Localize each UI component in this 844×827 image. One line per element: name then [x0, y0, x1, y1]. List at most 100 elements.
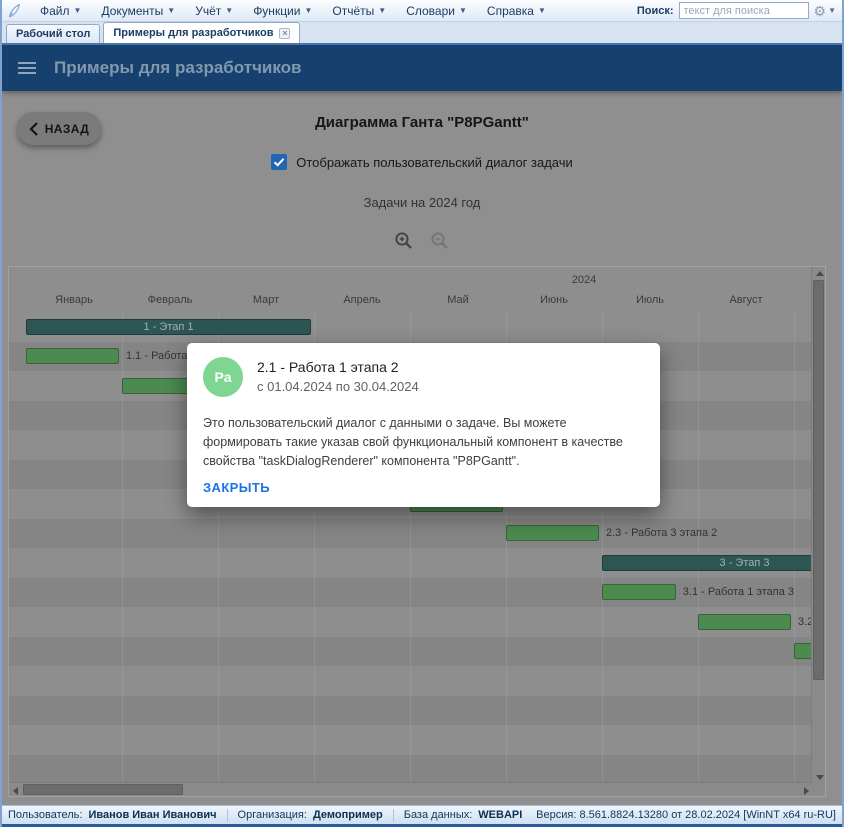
show-dialog-checkbox[interactable]: [271, 154, 287, 170]
status-field-value: Иванов Иван Иванович: [88, 809, 216, 821]
gantt-month-label: Апрель: [343, 294, 380, 306]
window-border-left: [0, 0, 2, 827]
chart-subtitle: Задачи на 2024 год: [0, 195, 844, 210]
gantt-month-label: Август: [729, 294, 762, 306]
menu-item-label: Функции: [253, 4, 300, 18]
page-title: Диаграмма Ганта "P8PGantt": [0, 114, 844, 131]
module-title: Примеры для разработчиков: [54, 58, 302, 78]
chevron-down-icon: ▼: [828, 6, 836, 15]
gantt-bar-label: 2.3 - Работа 3 этапа 2: [606, 525, 717, 541]
menu-item[interactable]: Документы ▼: [91, 0, 185, 21]
tab[interactable]: Рабочий стол: [6, 24, 100, 43]
chevron-left-icon: [29, 122, 38, 136]
version-text: Версия: 8.561.8824.13280 от 28.02.2024 […: [536, 809, 836, 821]
task-dialog-body: Это пользовательский диалог с данными о …: [203, 414, 646, 470]
status-field-label: Пользователь:: [8, 809, 82, 821]
menu-item[interactable]: Учёт ▼: [185, 0, 243, 21]
gantt-bar[interactable]: 1 - Этап 1: [26, 319, 311, 335]
task-avatar: Pa: [203, 357, 243, 397]
tab-close-icon[interactable]: ×: [279, 28, 290, 39]
module-header: Примеры для разработчиков: [2, 45, 842, 91]
tab-label: Рабочий стол: [16, 28, 90, 40]
gantt-month-label: Февраль: [148, 294, 193, 306]
menu-items: Файл▼Документы▼Учёт▼Функции▼Отчёты▼Слова…: [30, 0, 556, 21]
gantt-row: [9, 725, 821, 755]
tab-label: Примеры для разработчиков: [113, 27, 273, 39]
menu-item-label: Файл: [40, 4, 70, 18]
status-field-label: Организация:: [238, 809, 307, 821]
gantt-bar-label: 3.1 - Работа 1 этапа 3: [683, 584, 794, 600]
gantt-gridline: [698, 312, 699, 784]
status-bar: Пользователь: Иванов Иван Иванович Организ…: [0, 805, 844, 827]
menu-item[interactable]: Отчёты ▼: [322, 0, 396, 21]
scroll-up-arrow-icon[interactable]: [816, 271, 824, 276]
task-dialog: Pa 2.1 - Работа 1 этапа 2 с 01.04.2024 п…: [187, 343, 660, 507]
settings-gear-icon[interactable]: ⚙ ▼: [814, 4, 836, 18]
hamburger-menu-icon[interactable]: [18, 62, 36, 74]
menu-item[interactable]: Справка ▼: [477, 0, 556, 21]
menu-item-label: Документы: [101, 4, 163, 18]
gantt-gridline: [794, 312, 795, 784]
checkmark-icon: [271, 154, 287, 170]
chevron-down-icon: ▼: [225, 6, 233, 15]
gantt-bar[interactable]: [698, 614, 791, 630]
scroll-right-arrow-icon[interactable]: [804, 787, 809, 795]
app-window: Файл▼Документы▼Учёт▼Функции▼Отчёты▼Слова…: [0, 0, 844, 827]
tab[interactable]: Примеры для разработчиков ×: [103, 22, 300, 43]
menu-bar: Файл▼Документы▼Учёт▼Функции▼Отчёты▼Слова…: [0, 0, 844, 22]
menu-item[interactable]: Файл ▼: [30, 0, 91, 21]
search-input[interactable]: [679, 2, 809, 19]
gantt-bar[interactable]: 3 - Этап 3: [602, 555, 821, 571]
separator: [393, 809, 394, 822]
status-field-label: База данных:: [404, 809, 473, 821]
gantt-row: [9, 755, 821, 785]
gantt-bar[interactable]: [602, 584, 676, 600]
gantt-month-label: Июль: [636, 294, 664, 306]
menu-item[interactable]: Словари ▼: [396, 0, 477, 21]
vertical-scrollbar-thumb[interactable]: [813, 280, 824, 680]
gantt-month-label: Январь: [55, 294, 93, 306]
tab-strip: Рабочий стол Примеры для разработчиков ×: [0, 22, 844, 45]
task-dialog-dates: с 01.04.2024 по 30.04.2024: [257, 379, 419, 394]
gantt-month-label: Июнь: [540, 294, 568, 306]
task-dialog-header: Pa 2.1 - Работа 1 этапа 2 с 01.04.2024 п…: [203, 357, 644, 397]
back-button-label: НАЗАД: [45, 122, 90, 136]
zoom-in-icon[interactable]: [394, 231, 414, 251]
menu-item-label: Отчёты: [332, 4, 374, 18]
horizontal-scrollbar-thumb[interactable]: [23, 784, 183, 795]
gantt-year-label: 2024: [572, 274, 596, 286]
separator: [227, 809, 228, 822]
chevron-down-icon: ▼: [378, 6, 386, 15]
menu-item-label: Справка: [487, 4, 534, 18]
back-button[interactable]: НАЗАД: [17, 112, 101, 145]
gantt-bar[interactable]: [26, 348, 119, 364]
chevron-down-icon: ▼: [538, 6, 546, 15]
horizontal-scrollbar[interactable]: [9, 782, 813, 796]
menu-item[interactable]: Функции ▼: [243, 0, 322, 21]
chevron-down-icon: ▼: [167, 6, 175, 15]
app-logo-quill-icon: [6, 3, 22, 19]
gantt-row: [9, 696, 821, 726]
status-field-value: WEBAPI: [478, 809, 522, 821]
gantt-bar[interactable]: [506, 525, 599, 541]
menu-item-label: Словари: [406, 4, 455, 18]
chevron-down-icon: ▼: [459, 6, 467, 15]
gantt-row: [9, 637, 821, 667]
status-field-value: Демопример: [313, 809, 383, 821]
scroll-left-arrow-icon[interactable]: [13, 787, 18, 795]
vertical-scrollbar[interactable]: [811, 267, 825, 784]
gantt-month-label: Март: [253, 294, 279, 306]
menu-item-label: Учёт: [195, 4, 221, 18]
chevron-down-icon: ▼: [74, 6, 82, 15]
zoom-controls: [0, 231, 844, 251]
chevron-down-icon: ▼: [304, 6, 312, 15]
scrollbar-corner: [811, 782, 825, 796]
search-box: Поиск: ⚙ ▼: [637, 2, 836, 19]
zoom-out-icon[interactable]: [430, 231, 450, 251]
dialog-close-button[interactable]: ЗАКРЫТЬ: [203, 480, 270, 495]
gantt-month-label: Май: [447, 294, 469, 306]
scroll-down-arrow-icon[interactable]: [816, 775, 824, 780]
show-dialog-checkbox-label: Отображать пользовательский диалог задач…: [296, 155, 573, 170]
dialog-toggle-row: Отображать пользовательский диалог задач…: [0, 154, 844, 170]
task-dialog-title: 2.1 - Работа 1 этапа 2: [257, 359, 419, 375]
